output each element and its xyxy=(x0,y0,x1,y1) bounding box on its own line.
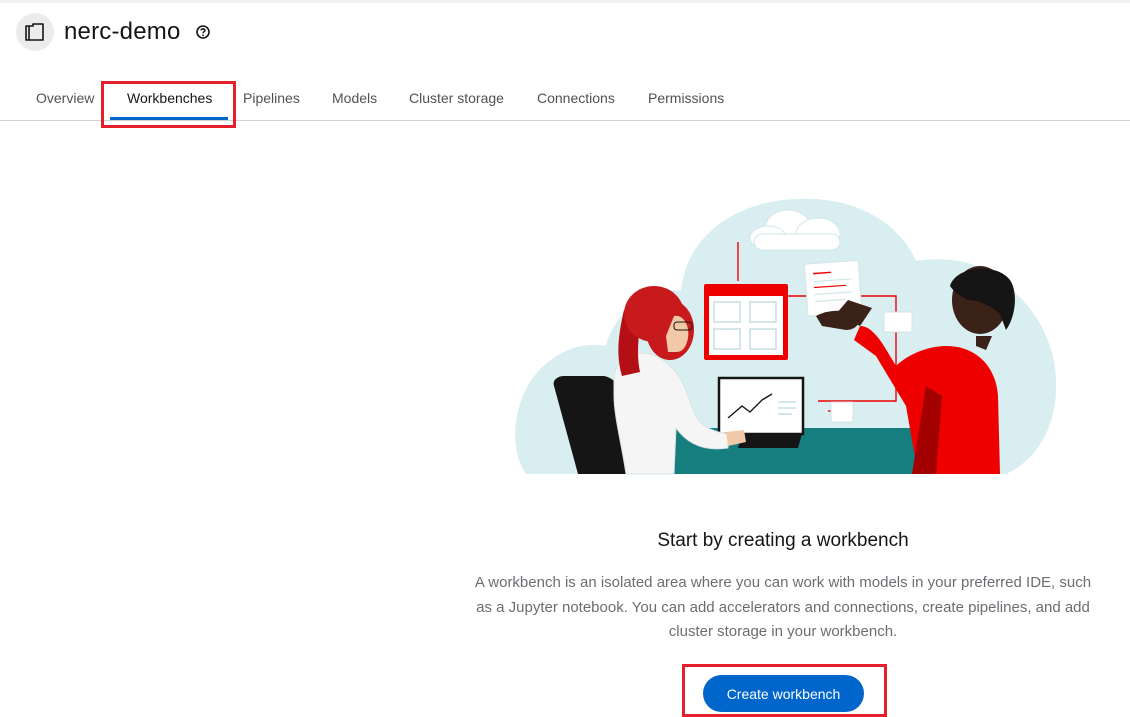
empty-state-description: A workbench is an isolated area where yo… xyxy=(474,574,1092,640)
empty-state-title: Start by creating a workbench xyxy=(657,530,909,551)
tab-workbenches[interactable]: Workbenches xyxy=(127,90,212,106)
empty-state-illustration xyxy=(506,196,1062,478)
project-folder-icon xyxy=(16,13,54,51)
tab-permissions[interactable]: Permissions xyxy=(648,90,724,106)
tab-connections[interactable]: Connections xyxy=(537,90,615,106)
help-circle-icon[interactable] xyxy=(195,24,211,40)
project-header: nerc-demo xyxy=(16,12,211,52)
tab-cluster-storage[interactable]: Cluster storage xyxy=(409,90,504,106)
page-title: nerc-demo xyxy=(64,18,181,45)
create-workbench-button[interactable]: Create workbench xyxy=(703,675,864,712)
top-divider xyxy=(0,0,1130,3)
tab-pipelines[interactable]: Pipelines xyxy=(243,90,300,106)
tab-overview[interactable]: Overview xyxy=(36,90,94,106)
active-tab-indicator xyxy=(110,117,228,120)
project-tabs: Overview Workbenches Pipelines Models Cl… xyxy=(0,78,1130,121)
tab-models[interactable]: Models xyxy=(332,90,377,106)
